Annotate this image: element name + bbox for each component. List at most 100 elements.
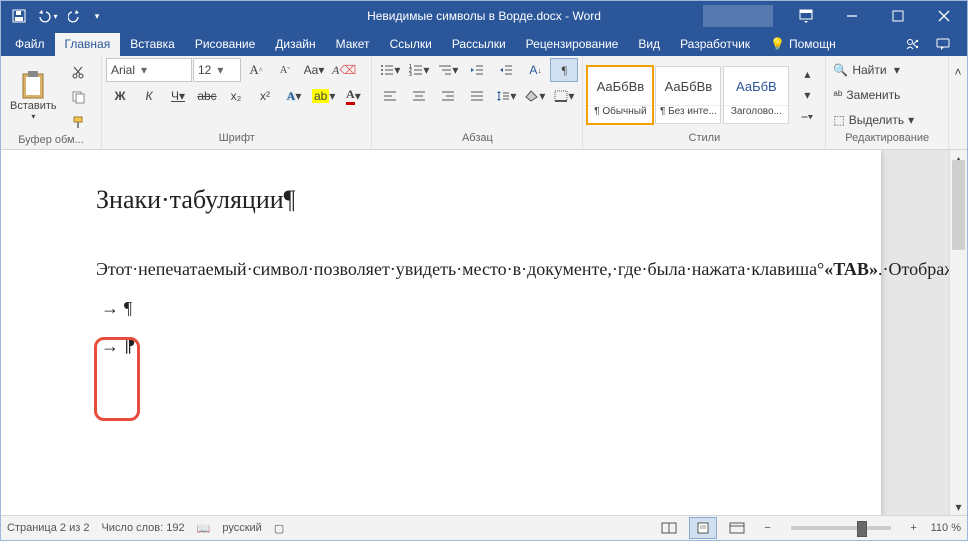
tab-developer[interactable]: Разработчик bbox=[670, 33, 760, 56]
strike-button[interactable]: abc bbox=[193, 84, 221, 108]
zoom-level[interactable]: 110 % bbox=[931, 522, 961, 534]
styles-scroll-down[interactable]: ▾ bbox=[793, 85, 821, 105]
ribbon-options-button[interactable] bbox=[783, 1, 829, 31]
font-size-combo[interactable]: 12▾ bbox=[193, 58, 241, 82]
tab-insert[interactable]: Вставка bbox=[120, 33, 185, 56]
replace-button[interactable]: ᵃᵇЗаменить bbox=[830, 83, 923, 107]
styles-more[interactable]: ⎯▾ bbox=[793, 106, 821, 126]
tab-file[interactable]: Файл bbox=[5, 33, 55, 56]
styles-scroll-up[interactable]: ▴ bbox=[793, 64, 821, 84]
tab-references[interactable]: Ссылки bbox=[380, 33, 442, 56]
title-bar: ▾ ▾ Невидимые символы в Ворде.docx - Wor… bbox=[1, 1, 967, 31]
lightbulb-icon: 💡 bbox=[770, 37, 785, 51]
tab-home[interactable]: Главная bbox=[55, 33, 121, 56]
sort-button[interactable]: A↓ bbox=[521, 58, 549, 82]
clipboard-icon bbox=[20, 70, 46, 100]
redo-button[interactable] bbox=[63, 4, 87, 28]
tab-layout[interactable]: Макет bbox=[326, 33, 380, 56]
copy-button[interactable] bbox=[64, 85, 92, 109]
format-painter-button[interactable] bbox=[64, 110, 92, 134]
doc-heading[interactable]: Знаки·табуляции¶ bbox=[96, 185, 821, 215]
read-mode-button[interactable] bbox=[655, 517, 683, 539]
line-spacing-button[interactable]: ▾ bbox=[492, 84, 520, 108]
find-button[interactable]: 🔍Найти ▾ bbox=[830, 58, 923, 82]
user-account[interactable] bbox=[703, 5, 773, 27]
status-wordcount[interactable]: Число слов: 192 bbox=[101, 522, 184, 534]
shading-button[interactable]: ▾ bbox=[521, 84, 549, 108]
superscript-button[interactable]: x² bbox=[251, 84, 279, 108]
doc-tab-line-2[interactable]: →⁋ bbox=[96, 334, 821, 358]
qat-customize-button[interactable]: ▾ bbox=[91, 4, 103, 28]
doc-paragraph[interactable]: Этот·непечатаемый·символ·позволяет·увиде… bbox=[96, 233, 821, 282]
close-button[interactable] bbox=[921, 1, 967, 31]
status-page[interactable]: Страница 2 из 2 bbox=[7, 522, 89, 534]
align-center-button[interactable] bbox=[405, 84, 433, 108]
minimize-button[interactable] bbox=[829, 1, 875, 31]
replace-icon: ᵃᵇ bbox=[833, 88, 842, 102]
highlight-annotation bbox=[94, 337, 140, 421]
font-name-combo[interactable]: Arial▾ bbox=[106, 58, 192, 82]
paste-button[interactable]: Вставить▾ bbox=[5, 58, 62, 132]
borders-button[interactable]: ▾ bbox=[550, 84, 578, 108]
style-heading1[interactable]: АаБбВЗаголово... bbox=[723, 66, 789, 124]
align-right-button[interactable] bbox=[434, 84, 462, 108]
show-marks-button[interactable]: ¶ bbox=[550, 58, 578, 82]
zoom-slider[interactable] bbox=[791, 526, 891, 530]
comments-button[interactable] bbox=[931, 32, 955, 56]
justify-button[interactable] bbox=[463, 84, 491, 108]
print-layout-button[interactable] bbox=[689, 517, 717, 539]
shrink-font-button[interactable]: Aˇ bbox=[271, 58, 299, 82]
style-no-spacing[interactable]: АаБбВв¶ Без инте... bbox=[655, 66, 721, 124]
macro-icon[interactable]: ▢ bbox=[274, 522, 284, 535]
status-language[interactable]: русский bbox=[222, 522, 261, 534]
clear-format-button[interactable]: A⌫ bbox=[329, 58, 359, 82]
tab-view[interactable]: Вид bbox=[628, 33, 670, 56]
maximize-button[interactable] bbox=[875, 1, 921, 31]
bold-button[interactable]: Ж bbox=[106, 84, 134, 108]
increase-indent-button[interactable] bbox=[492, 58, 520, 82]
ribbon-tabs: Файл Главная Вставка Рисование Дизайн Ма… bbox=[1, 31, 967, 56]
search-icon: 🔍 bbox=[833, 63, 848, 77]
vertical-scrollbar[interactable]: ▴ ▾ bbox=[949, 150, 967, 515]
multilevel-button[interactable]: ▾ bbox=[434, 58, 462, 82]
zoom-in-button[interactable]: + bbox=[903, 516, 925, 540]
subscript-button[interactable]: x₂ bbox=[222, 84, 250, 108]
group-label: Шрифт bbox=[106, 132, 367, 149]
group-styles: АаБбВв¶ Обычный АаБбВв¶ Без инте... АаБб… bbox=[583, 56, 826, 149]
undo-button[interactable]: ▾ bbox=[35, 4, 59, 28]
quick-access-toolbar: ▾ ▾ bbox=[7, 4, 103, 28]
page[interactable]: Знаки·табуляции¶ Этот·непечатаемый·симво… bbox=[1, 150, 881, 515]
scroll-down-button[interactable]: ▾ bbox=[950, 498, 967, 515]
save-button[interactable] bbox=[7, 4, 31, 28]
doc-tab-line-1[interactable]: →¶ bbox=[96, 296, 821, 320]
zoom-out-button[interactable]: − bbox=[757, 516, 779, 540]
grow-font-button[interactable]: A^ bbox=[242, 58, 270, 82]
style-normal[interactable]: АаБбВв¶ Обычный bbox=[587, 66, 653, 124]
underline-button[interactable]: Ч▾ bbox=[164, 84, 192, 108]
numbering-button[interactable]: 123▾ bbox=[405, 58, 433, 82]
decrease-indent-button[interactable] bbox=[463, 58, 491, 82]
tab-mailings[interactable]: Рассылки bbox=[442, 33, 516, 56]
font-color-button[interactable]: A▾ bbox=[339, 84, 367, 108]
select-button[interactable]: ⬚Выделить▾ bbox=[830, 108, 923, 132]
group-paragraph: ▾ 123▾ ▾ A↓ ¶ ▾ ▾ ▾ Абза bbox=[372, 56, 583, 149]
tell-me[interactable]: 💡Помощн bbox=[760, 33, 846, 56]
scroll-thumb[interactable] bbox=[952, 160, 965, 250]
change-case-button[interactable]: Aa▾ bbox=[300, 58, 328, 82]
tab-draw[interactable]: Рисование bbox=[185, 33, 265, 56]
text-effects-button[interactable]: A▾ bbox=[280, 84, 308, 108]
italic-button[interactable]: К bbox=[135, 84, 163, 108]
align-left-button[interactable] bbox=[376, 84, 404, 108]
web-layout-button[interactable] bbox=[723, 517, 751, 539]
spellcheck-icon[interactable]: 📖 bbox=[197, 522, 211, 535]
highlight-button[interactable]: ab▾ bbox=[309, 84, 338, 108]
cut-button[interactable] bbox=[64, 60, 92, 84]
group-clipboard: Вставить▾ Буфер обм... bbox=[1, 56, 102, 149]
collapse-ribbon-button[interactable]: ˄ bbox=[944, 60, 968, 84]
share-button[interactable] bbox=[901, 32, 925, 56]
zoom-thumb[interactable] bbox=[857, 521, 867, 537]
tab-design[interactable]: Дизайн bbox=[265, 33, 325, 56]
bullets-button[interactable]: ▾ bbox=[376, 58, 404, 82]
tab-review[interactable]: Рецензирование bbox=[516, 33, 629, 56]
ribbon: Вставить▾ Буфер обм... Arial▾ 12▾ A^ Aˇ … bbox=[1, 56, 967, 150]
